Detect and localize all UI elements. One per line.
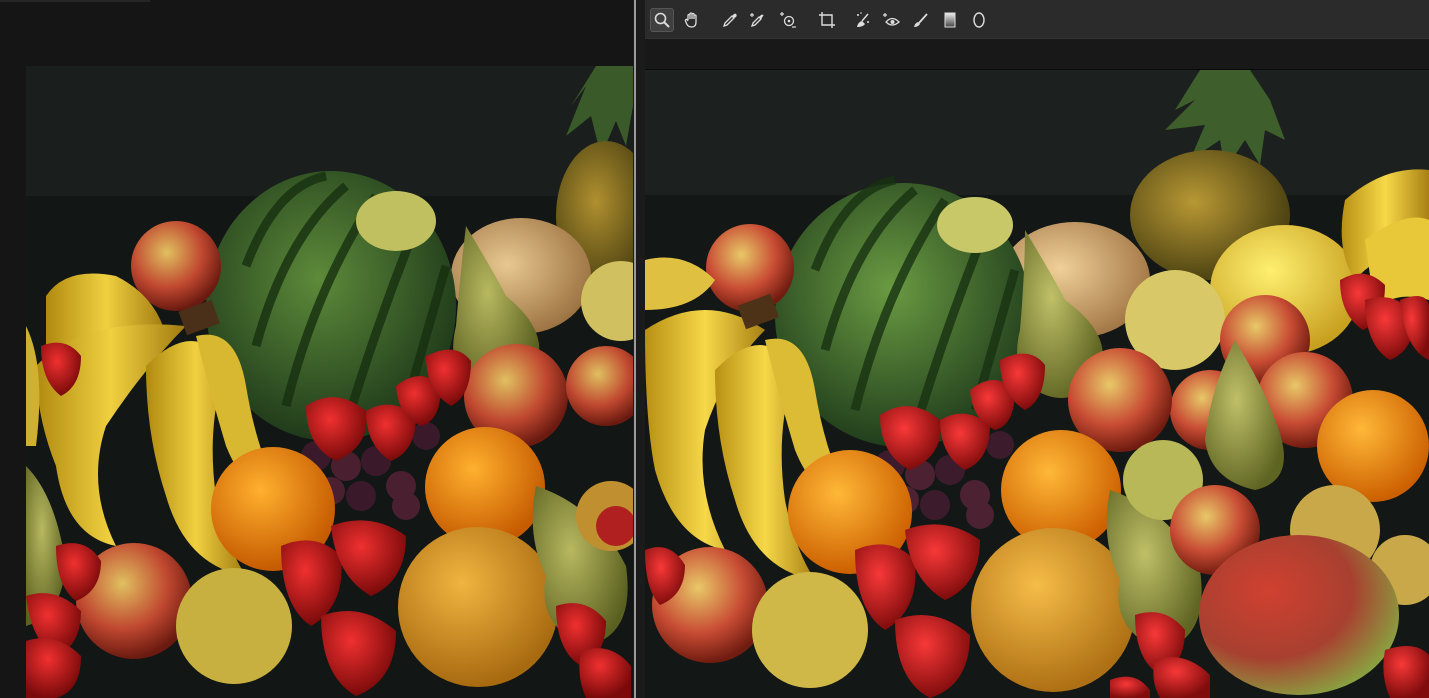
targeted-adjust-icon[interactable] — [776, 8, 800, 32]
spot-removal-icon[interactable] — [851, 8, 875, 32]
adjustment-brush-icon[interactable] — [909, 8, 933, 32]
color-sampler-icon[interactable] — [746, 8, 770, 32]
split-view-divider[interactable] — [633, 0, 645, 698]
zoom-icon[interactable] — [650, 8, 674, 32]
before-image-canvas[interactable] — [26, 66, 633, 698]
crop-icon[interactable] — [815, 8, 839, 32]
after-image-canvas[interactable] — [645, 70, 1429, 698]
hand-pan-icon[interactable] — [680, 8, 704, 32]
tool-options-bar — [645, 39, 1429, 70]
left-pane-top-edge — [0, 0, 150, 2]
eyedropper-icon[interactable] — [718, 8, 742, 32]
graduated-filter-icon[interactable] — [938, 8, 962, 32]
red-eye-icon[interactable] — [879, 8, 903, 32]
before-fruit-photo — [26, 66, 633, 698]
after-pane — [645, 0, 1429, 698]
radial-filter-icon[interactable] — [967, 8, 991, 32]
tool-strip — [645, 0, 1429, 39]
after-fruit-photo — [645, 70, 1429, 698]
before-pane — [0, 0, 633, 698]
divider-line — [634, 0, 636, 698]
